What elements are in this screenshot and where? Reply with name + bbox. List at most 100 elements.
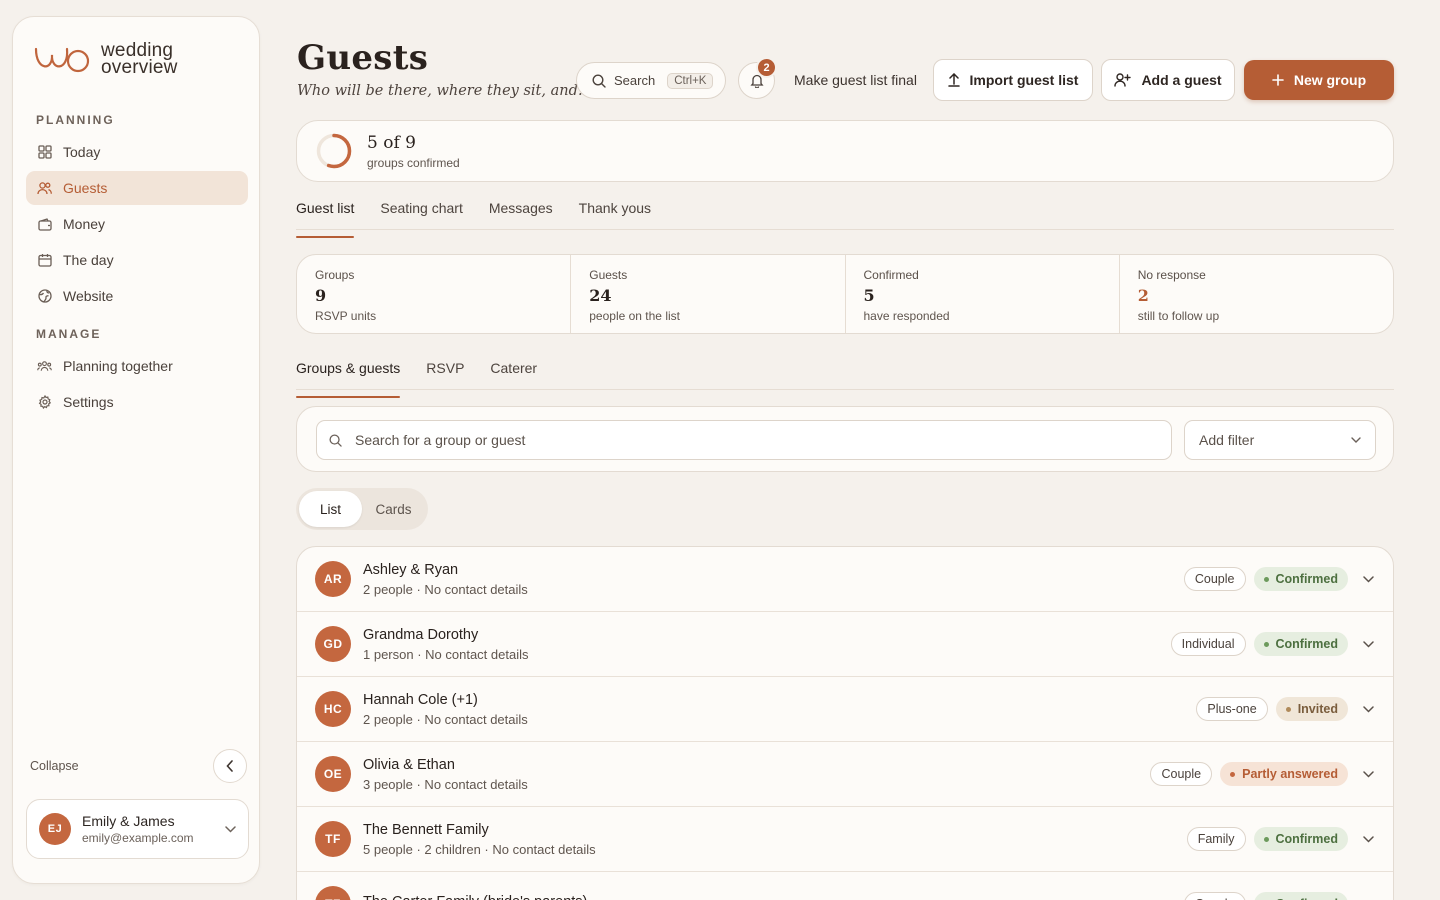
- status-dot-icon: [1263, 641, 1269, 647]
- stat-confirmed: Confirmed 5 have responded: [846, 255, 1120, 333]
- group-meta: 1 person · No contact details: [363, 646, 529, 662]
- stat-value: 2: [1137, 286, 1149, 305]
- tab-caterer[interactable]: Caterer: [490, 360, 537, 398]
- row-text: Grandma Dorothy 1 person · No contact det…: [363, 627, 528, 662]
- tab-rsvp[interactable]: RSVP: [426, 360, 464, 398]
- table-row[interactable]: OE Olivia & Ethan 3 people · No contact de…: [297, 742, 1393, 807]
- global-search-button[interactable]: Search Ctrl+K: [576, 62, 726, 99]
- group-type-badge: Couple: [1150, 762, 1213, 786]
- expand-row-button[interactable]: [1360, 705, 1376, 713]
- plus-icon: [1272, 74, 1284, 86]
- avatar: EJ: [39, 813, 71, 845]
- status-badge: Confirmed: [1253, 632, 1348, 656]
- row-text: The Carter Family (bride's parents): [363, 894, 587, 900]
- tab-thank-yous[interactable]: Thank yous: [579, 200, 651, 238]
- group-type-badge: Plus-one: [1196, 697, 1268, 721]
- keyboard-shortcut: Ctrl+K: [667, 72, 714, 89]
- account-switcher[interactable]: EJ Emily & James emily@example.com: [26, 799, 249, 859]
- calendar-icon: [37, 253, 52, 268]
- collapse-label: Collapse: [30, 759, 79, 773]
- sidebar-item-label: Settings: [63, 394, 114, 410]
- group-type-badge: Couple: [1183, 892, 1246, 900]
- sidebar: wedding overview PLANNING Today Guests M…: [12, 16, 260, 884]
- tab-guest-list[interactable]: Guest list: [296, 200, 355, 238]
- view-cards-button[interactable]: Cards: [362, 491, 425, 527]
- stat-sub: have responded: [863, 309, 950, 323]
- account-email: emily@example.com: [82, 831, 194, 845]
- make-list-final-link[interactable]: Make guest list final: [794, 72, 917, 88]
- group-type-badge: Family: [1186, 827, 1246, 851]
- stat-sub: people on the list: [589, 309, 680, 323]
- collapse-sidebar-button[interactable]: [213, 749, 247, 783]
- filter-label: Add filter: [1199, 432, 1255, 448]
- stat-value: 24: [589, 286, 612, 305]
- sidebar-item-planning-together[interactable]: Planning together: [26, 349, 248, 383]
- row-actions: Couple Confirmed: [1183, 892, 1393, 900]
- sidebar-item-label: Planning together: [63, 358, 173, 374]
- expand-row-button[interactable]: [1360, 770, 1376, 778]
- new-group-label: New group: [1293, 72, 1367, 88]
- stat-label: Guests: [589, 268, 628, 282]
- sub-tabs: Groups & guests RSVP Caterer: [296, 360, 537, 398]
- grid-icon: [37, 145, 52, 160]
- add-filter-select[interactable]: Add filter: [1184, 420, 1376, 460]
- stat-guests: Guests 24 people on the list: [571, 255, 846, 333]
- import-guest-list-button[interactable]: Import guest list: [933, 59, 1093, 101]
- row-actions: Plus-one Invited: [1196, 697, 1393, 721]
- sidebar-item-website[interactable]: Website: [26, 279, 248, 313]
- guest-stats: Groups 9 RSVP units Guests 24 people on …: [296, 254, 1394, 334]
- status-badge: Partly answered: [1220, 762, 1348, 786]
- search-placeholder: Search for a group or guest: [355, 432, 526, 448]
- chevron-down-icon: [1362, 835, 1374, 843]
- new-group-button[interactable]: New group: [1244, 60, 1394, 100]
- group-search-input[interactable]: Search for a group or guest: [316, 420, 1172, 460]
- row-text: Olivia & Ethan 3 people · No contact deta…: [363, 757, 528, 792]
- stat-label: No response: [1137, 268, 1206, 282]
- search-panel: Search for a group or guest Add filter: [296, 406, 1394, 472]
- progress-ring: [316, 133, 352, 169]
- page-subtitle: Who will be there, where they sit, and…: [297, 83, 593, 99]
- tab-seating-chart[interactable]: Seating chart: [380, 200, 463, 238]
- avatar: TF: [315, 821, 351, 857]
- wallet-icon: [37, 217, 52, 232]
- brand-logo[interactable]: wedding overview: [33, 41, 178, 77]
- add-guest-label: Add a guest: [1141, 72, 1222, 88]
- view-list-button[interactable]: List: [299, 491, 362, 527]
- status-badge: Confirmed: [1253, 892, 1348, 900]
- group-type-badge: Individual: [1170, 632, 1246, 656]
- row-text: The Bennett Family 5 people · 2 children …: [363, 822, 596, 857]
- sidebar-item-label: Guests: [63, 180, 108, 196]
- expand-row-button[interactable]: [1360, 575, 1376, 583]
- sidebar-item-money[interactable]: Money: [26, 207, 248, 241]
- avatar: AR: [315, 561, 351, 597]
- sub-tabs-divider: [296, 389, 1394, 390]
- table-row[interactable]: TF The Bennett Family 5 people · 2 childre…: [297, 807, 1393, 872]
- notifications-button[interactable]: 2: [738, 57, 777, 99]
- sidebar-item-today[interactable]: Today: [26, 135, 248, 169]
- sidebar-item-settings[interactable]: Settings: [26, 385, 248, 419]
- expand-row-button[interactable]: [1360, 835, 1376, 843]
- nav-section-manage: MANAGE: [36, 327, 102, 341]
- status-dot-icon: [1263, 576, 1269, 582]
- account-info: Emily & James emily@example.com: [82, 813, 194, 845]
- tab-messages[interactable]: Messages: [489, 200, 553, 238]
- tab-groups-guests[interactable]: Groups & guests: [296, 360, 401, 398]
- group-meta: 5 people · 2 children · No contact detai…: [363, 841, 596, 857]
- sidebar-item-the-day[interactable]: The day: [26, 243, 248, 277]
- sidebar-item-guests[interactable]: Guests: [26, 171, 248, 205]
- add-guest-button[interactable]: Add a guest: [1101, 59, 1235, 101]
- group-list: AR Ashley & Ryan 2 people · No contact det…: [296, 546, 1394, 900]
- table-row[interactable]: HC Hannah Cole (+1) 2 people · No contact …: [297, 677, 1393, 742]
- group-type-badge: Couple: [1183, 567, 1246, 591]
- stat-no-response: No response 2 still to follow up: [1120, 255, 1393, 333]
- globe-icon: [37, 289, 52, 304]
- expand-row-button[interactable]: [1360, 640, 1376, 648]
- table-row[interactable]: TF The Carter Family (bride's parents) Cou…: [297, 872, 1393, 900]
- table-row[interactable]: GD Grandma Dorothy 1 person · No contact d…: [297, 612, 1393, 677]
- table-row[interactable]: AR Ashley & Ryan 2 people · No contact det…: [297, 547, 1393, 612]
- avatar: TF: [315, 886, 351, 900]
- group-meta: 2 people · No contact details: [363, 581, 528, 597]
- status-badge: Invited: [1275, 697, 1348, 721]
- search-icon: [592, 73, 606, 88]
- brand-line-2: overview: [101, 57, 178, 78]
